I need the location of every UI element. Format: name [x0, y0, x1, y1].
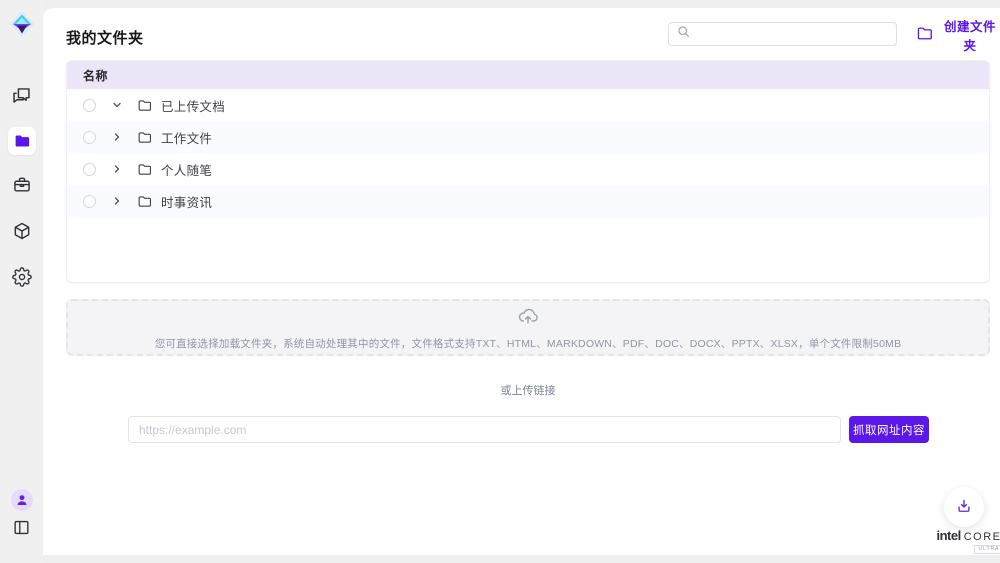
- folder-icon: [13, 132, 31, 150]
- upload-dropzone[interactable]: 您可直接选择加载文件夹，系统自动处理其中的文件，文件格式支持TXT、HTML、M…: [66, 299, 990, 356]
- sidebar-item-settings[interactable]: [0, 267, 43, 287]
- folder-table: 名称 已上传文档 工作文件: [66, 60, 990, 283]
- search-icon: [677, 25, 690, 43]
- sidebar-item-models[interactable]: [0, 221, 43, 241]
- main-panel: 我的文件夹 创建文件夹 名称 已上传文档: [43, 8, 1000, 555]
- folder-name[interactable]: 个人随笔: [161, 160, 212, 179]
- sidebar-item-account[interactable]: [0, 489, 43, 511]
- table-row[interactable]: 个人随笔: [67, 153, 989, 185]
- url-input[interactable]: [128, 416, 841, 443]
- intel-core-ultra-logo: intel core ultra: [931, 529, 1000, 554]
- or-upload-link-label: 或上传链接: [66, 382, 990, 398]
- user-avatar-icon: [11, 489, 33, 511]
- folder-icon: [137, 130, 152, 145]
- folder-name[interactable]: 工作文件: [161, 128, 212, 147]
- table-row[interactable]: 已上传文档: [67, 89, 989, 121]
- gear-icon: [12, 267, 32, 287]
- app-logo-gem-icon[interactable]: [8, 10, 36, 38]
- new-folder-icon: [916, 25, 933, 45]
- folder-icon: [137, 98, 152, 113]
- search-box: [668, 22, 897, 46]
- sidebar: [0, 0, 43, 563]
- fetch-url-button[interactable]: 抓取网址内容: [849, 416, 929, 443]
- download-fab-button[interactable]: [944, 487, 984, 527]
- chevron-down-icon[interactable]: [110, 99, 124, 111]
- sidebar-item-collapse[interactable]: [0, 518, 43, 537]
- cloud-upload-icon: [517, 305, 539, 332]
- folder-name[interactable]: 时事资讯: [161, 192, 212, 211]
- upload-hint-text: 您可直接选择加载文件夹，系统自动处理其中的文件，文件格式支持TXT、HTML、M…: [155, 336, 902, 351]
- sidebar-item-folders[interactable]: [0, 127, 43, 155]
- briefcase-icon: [12, 175, 32, 195]
- folder-name[interactable]: 已上传文档: [161, 96, 225, 115]
- folder-icon: [137, 162, 152, 177]
- row-checkbox[interactable]: [83, 195, 96, 208]
- create-folder-label: 创建文件夹: [940, 16, 1000, 54]
- row-checkbox[interactable]: [83, 99, 96, 112]
- search-input[interactable]: [696, 27, 896, 41]
- intel-brand-text: intel: [936, 529, 960, 542]
- core-brand-text: core: [964, 532, 1000, 543]
- table-header-name: 名称: [67, 61, 989, 89]
- table-row[interactable]: 时事资讯: [67, 185, 989, 217]
- row-checkbox[interactable]: [83, 163, 96, 176]
- download-icon: [955, 497, 973, 518]
- create-folder-button[interactable]: 创建文件夹: [916, 25, 1000, 45]
- chevron-right-icon[interactable]: [110, 131, 124, 143]
- chat-icon: [11, 85, 32, 106]
- page-title: 我的文件夹: [66, 27, 144, 48]
- folder-icon: [137, 194, 152, 209]
- table-row[interactable]: 工作文件: [67, 121, 989, 153]
- cube-icon: [12, 221, 32, 241]
- chevron-right-icon[interactable]: [110, 195, 124, 207]
- chevron-right-icon[interactable]: [110, 163, 124, 175]
- ultra-badge: ultra: [974, 545, 1000, 554]
- sidebar-item-chat[interactable]: [0, 85, 43, 106]
- row-checkbox[interactable]: [83, 131, 96, 144]
- collapse-panel-icon: [12, 518, 31, 537]
- sidebar-item-toolbox[interactable]: [0, 175, 43, 195]
